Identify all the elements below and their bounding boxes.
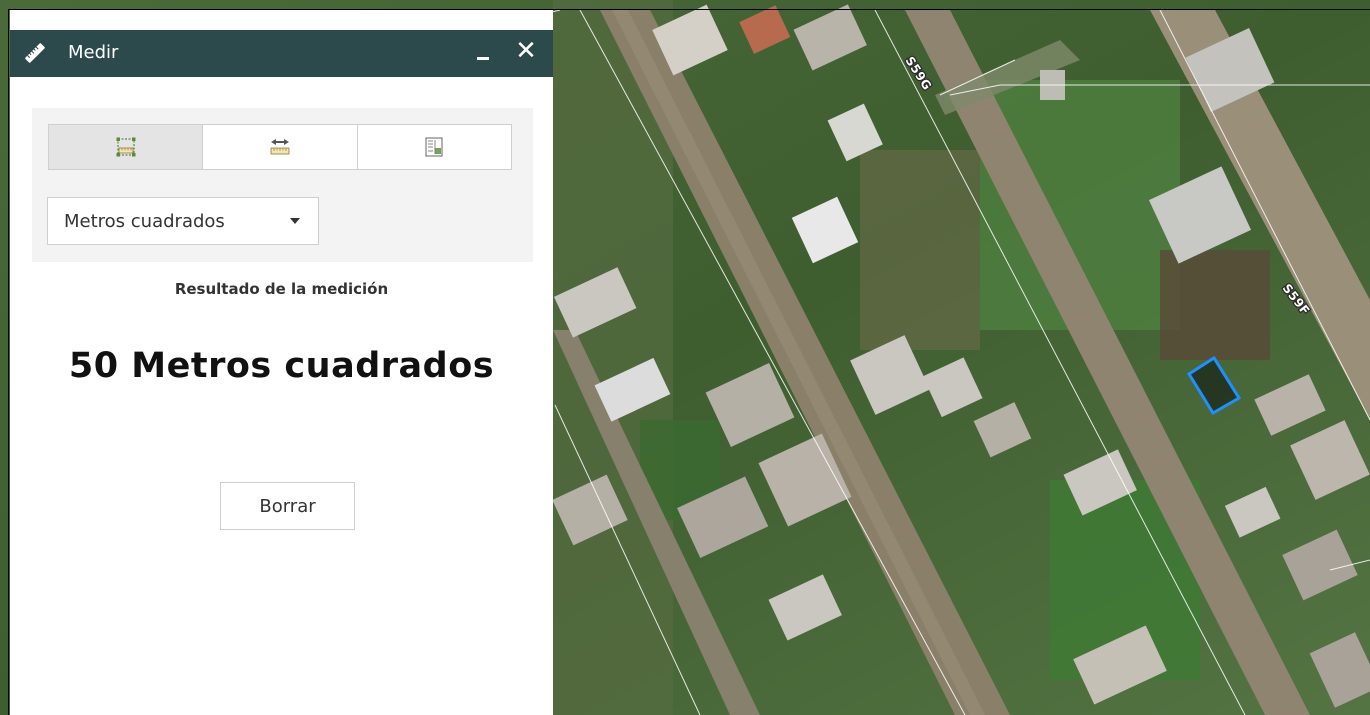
clear-button[interactable]: Borrar — [220, 482, 355, 530]
panel-title: Medir — [68, 42, 119, 63]
minimize-icon — [477, 57, 489, 60]
ruler-icon — [25, 43, 45, 63]
measure-tools-area: Metros cuadrados — [32, 108, 533, 262]
tab-area-tool[interactable] — [49, 125, 204, 169]
result-heading: Resultado de la medición — [174, 280, 389, 298]
tab-distance-tool[interactable] — [203, 125, 358, 169]
minimize-button[interactable] — [475, 48, 491, 64]
unit-select[interactable]: Metros cuadrados — [47, 197, 319, 245]
result-value: 50 Metros cuadrados — [68, 346, 495, 386]
unit-select-value: Metros cuadrados — [64, 211, 225, 232]
measure-tool-tabs — [48, 124, 512, 170]
distance-measure-icon — [270, 139, 290, 155]
panel-header[interactable]: Medir ✕ — [10, 30, 553, 77]
tab-location-tool[interactable] — [357, 125, 511, 169]
location-measure-icon — [425, 137, 443, 157]
frame-left-border — [8, 9, 9, 715]
measure-panel: Medir ✕ Metros cuadrados Resultado de la… — [10, 10, 553, 715]
area-measure-icon — [116, 137, 136, 157]
close-icon: ✕ — [515, 36, 537, 66]
caret-down-icon — [290, 218, 300, 224]
close-button[interactable]: ✕ — [515, 38, 537, 64]
